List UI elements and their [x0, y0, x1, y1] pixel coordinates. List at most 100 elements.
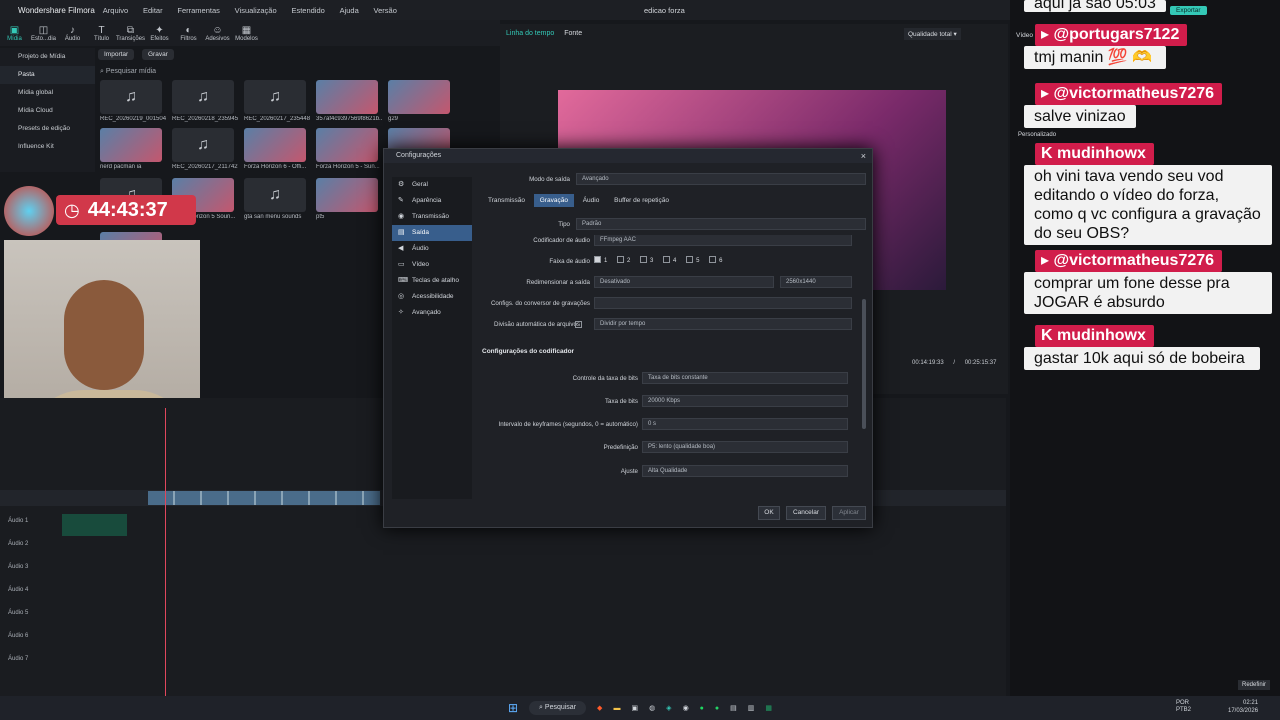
- language-indicator[interactable]: POR PTB2: [1176, 700, 1191, 714]
- media-thumbnail[interactable]: [100, 128, 162, 162]
- tab-audio[interactable]: Áudio: [577, 194, 606, 207]
- taskbar-search[interactable]: ⌕ Pesquisar: [529, 701, 587, 715]
- app-icon[interactable]: ▤: [730, 704, 737, 712]
- tool-audio[interactable]: ♪ Áudio: [58, 20, 87, 46]
- folder-icon[interactable]: ▬: [613, 705, 620, 712]
- media-thumbnail[interactable]: [316, 178, 378, 212]
- recording-settings-scroll[interactable]: Codificador de áudio FFmpeg AAC Faixa de…: [482, 235, 856, 497]
- menu-item[interactable]: Editar: [143, 6, 163, 15]
- rescale-select[interactable]: Desativado: [594, 276, 774, 288]
- start-icon[interactable]: ⊞: [508, 701, 518, 715]
- spotify-icon[interactable]: ●: [700, 705, 704, 712]
- track-checkbox[interactable]: [640, 256, 648, 263]
- tab-stream[interactable]: Transmissão: [482, 194, 531, 207]
- media-thumbnail[interactable]: [388, 80, 450, 114]
- tune-select[interactable]: Alta Qualidade: [642, 465, 848, 477]
- steam-icon[interactable]: ◍: [649, 704, 655, 712]
- sidebar-item-project-media[interactable]: Projeto de Mídia: [0, 48, 95, 66]
- settings-nav-video[interactable]: ▭ Vídeo: [392, 257, 472, 273]
- track-checkbox[interactable]: [709, 256, 717, 263]
- template-icon: ▦: [241, 24, 252, 36]
- video-clip[interactable]: [148, 491, 380, 505]
- close-icon[interactable]: ×: [861, 149, 866, 163]
- tab-timeline[interactable]: Linha do tempo: [506, 30, 554, 37]
- playhead[interactable]: [165, 408, 166, 698]
- app-icon[interactable]: ▣: [631, 704, 638, 712]
- tab-replay-buffer[interactable]: Buffer de repetição: [608, 194, 675, 207]
- settings-nav-general[interactable]: ⚙ Geral: [392, 177, 472, 193]
- keyframe-spinbox[interactable]: 0 s: [642, 418, 848, 430]
- ok-button[interactable]: OK: [758, 506, 780, 520]
- app-icon[interactable]: ▥: [748, 704, 755, 712]
- output-mode-select[interactable]: Avançado: [576, 173, 866, 185]
- tool-templates[interactable]: ▦ Modelos: [232, 20, 261, 46]
- menu-item[interactable]: Versão: [374, 6, 397, 15]
- sidebar-item-folder[interactable]: Pasta: [0, 66, 95, 84]
- tool-title[interactable]: T Título: [87, 20, 116, 46]
- quality-select[interactable]: Qualidade total ▾: [904, 28, 961, 40]
- bitrate-spinbox[interactable]: 20000 Kbps: [642, 395, 848, 407]
- export-button[interactable]: Exportar: [1170, 6, 1207, 15]
- media-thumbnail[interactable]: ♫: [244, 80, 306, 114]
- autosplit-select[interactable]: Dividir por tempo: [594, 318, 852, 330]
- settings-nav-accessibility[interactable]: ◎ Acessibilidade: [392, 289, 472, 305]
- muxer-input[interactable]: [594, 297, 852, 309]
- sidebar-item-global-media[interactable]: Mídia global: [0, 84, 95, 102]
- rate-control-select[interactable]: Taxa de bits constante: [642, 372, 848, 384]
- menu-item[interactable]: Ferramentas: [177, 6, 220, 15]
- cancel-button[interactable]: Cancelar: [786, 506, 826, 520]
- track-checkbox[interactable]: [686, 256, 694, 263]
- media-thumbnail[interactable]: [244, 128, 306, 162]
- media-thumbnail[interactable]: [316, 128, 378, 162]
- track-checkbox[interactable]: [594, 256, 601, 263]
- obs-icon[interactable]: ◉: [683, 704, 689, 712]
- audio-clip[interactable]: [62, 514, 127, 536]
- menu-item[interactable]: Ajuda: [340, 6, 359, 15]
- settings-nav-audio[interactable]: ◀ Áudio: [392, 241, 472, 257]
- tool-filters[interactable]: ◐ Filtros: [174, 20, 203, 46]
- tool-stickers[interactable]: ☺ Adesivos: [203, 20, 232, 46]
- tool-media[interactable]: ▣ Mídia: [0, 20, 29, 46]
- media-search-input[interactable]: ⌕ Pesquisar mídia: [100, 68, 156, 76]
- sidebar-item-edit-presets[interactable]: Presets de edição: [0, 120, 95, 138]
- youtube-icon: ▸: [1041, 85, 1054, 102]
- media-thumbnail[interactable]: ♫: [172, 128, 234, 162]
- sidebar-item-cloud-media[interactable]: Mídia Cloud: [0, 102, 95, 120]
- track-checkbox[interactable]: [617, 256, 625, 263]
- settings-nav-advanced[interactable]: ✧ Avançado: [392, 305, 472, 321]
- media-thumbnail[interactable]: ♫: [172, 80, 234, 114]
- tab-recording[interactable]: Gravação: [533, 194, 574, 207]
- reset-button[interactable]: Redefinir: [1238, 680, 1271, 690]
- tool-effects[interactable]: ✦ Efeitos: [145, 20, 174, 46]
- settings-nav-appearance[interactable]: ✎ Aparência: [392, 193, 472, 209]
- autosplit-checkbox[interactable]: [575, 321, 582, 328]
- excel-icon[interactable]: ▦: [765, 704, 772, 712]
- track-checkbox[interactable]: [663, 256, 671, 263]
- audio-encoder-select[interactable]: FFmpeg AAC: [594, 235, 852, 246]
- media-thumbnail[interactable]: [316, 80, 378, 114]
- sidebar-item-influence-kit[interactable]: Influence Kit: [0, 138, 95, 156]
- whatsapp-icon[interactable]: ●: [715, 705, 719, 712]
- settings-nav-output[interactable]: ▤ Saída: [392, 225, 472, 241]
- menu-item[interactable]: Estendido: [291, 6, 324, 15]
- settings-nav-hotkeys[interactable]: ⌨ Teclas de atalho: [392, 273, 472, 289]
- media-thumbnail[interactable]: ♫: [100, 80, 162, 114]
- filmora-icon[interactable]: ◈: [666, 704, 671, 712]
- preset-select[interactable]: P5: lento (qualidade boa): [642, 441, 848, 453]
- import-button[interactable]: Importar: [98, 49, 135, 60]
- scrollbar-thumb[interactable]: [862, 299, 866, 429]
- system-clock[interactable]: 02:21 17/03/2026: [1228, 699, 1258, 715]
- menu-item[interactable]: Arquivo: [103, 6, 128, 15]
- tool-stock[interactable]: ◫ Esto...dia: [29, 20, 58, 46]
- media-thumbnail[interactable]: ♫: [244, 178, 306, 212]
- brave-icon[interactable]: ◆: [597, 704, 602, 712]
- rescale-resolution-select[interactable]: 2560x1440: [780, 276, 852, 288]
- apply-button[interactable]: Aplicar: [832, 506, 866, 520]
- tool-transitions[interactable]: ⧉ Transições: [116, 20, 145, 46]
- settings-nav-stream[interactable]: ◉ Transmissão: [392, 209, 472, 225]
- type-select[interactable]: Padrão: [576, 218, 866, 230]
- menu-item[interactable]: Visualização: [235, 6, 277, 15]
- record-button[interactable]: Gravar: [141, 49, 174, 60]
- tab-source[interactable]: Fonte: [564, 30, 582, 37]
- username-text: @victormatheus7276: [1053, 252, 1215, 269]
